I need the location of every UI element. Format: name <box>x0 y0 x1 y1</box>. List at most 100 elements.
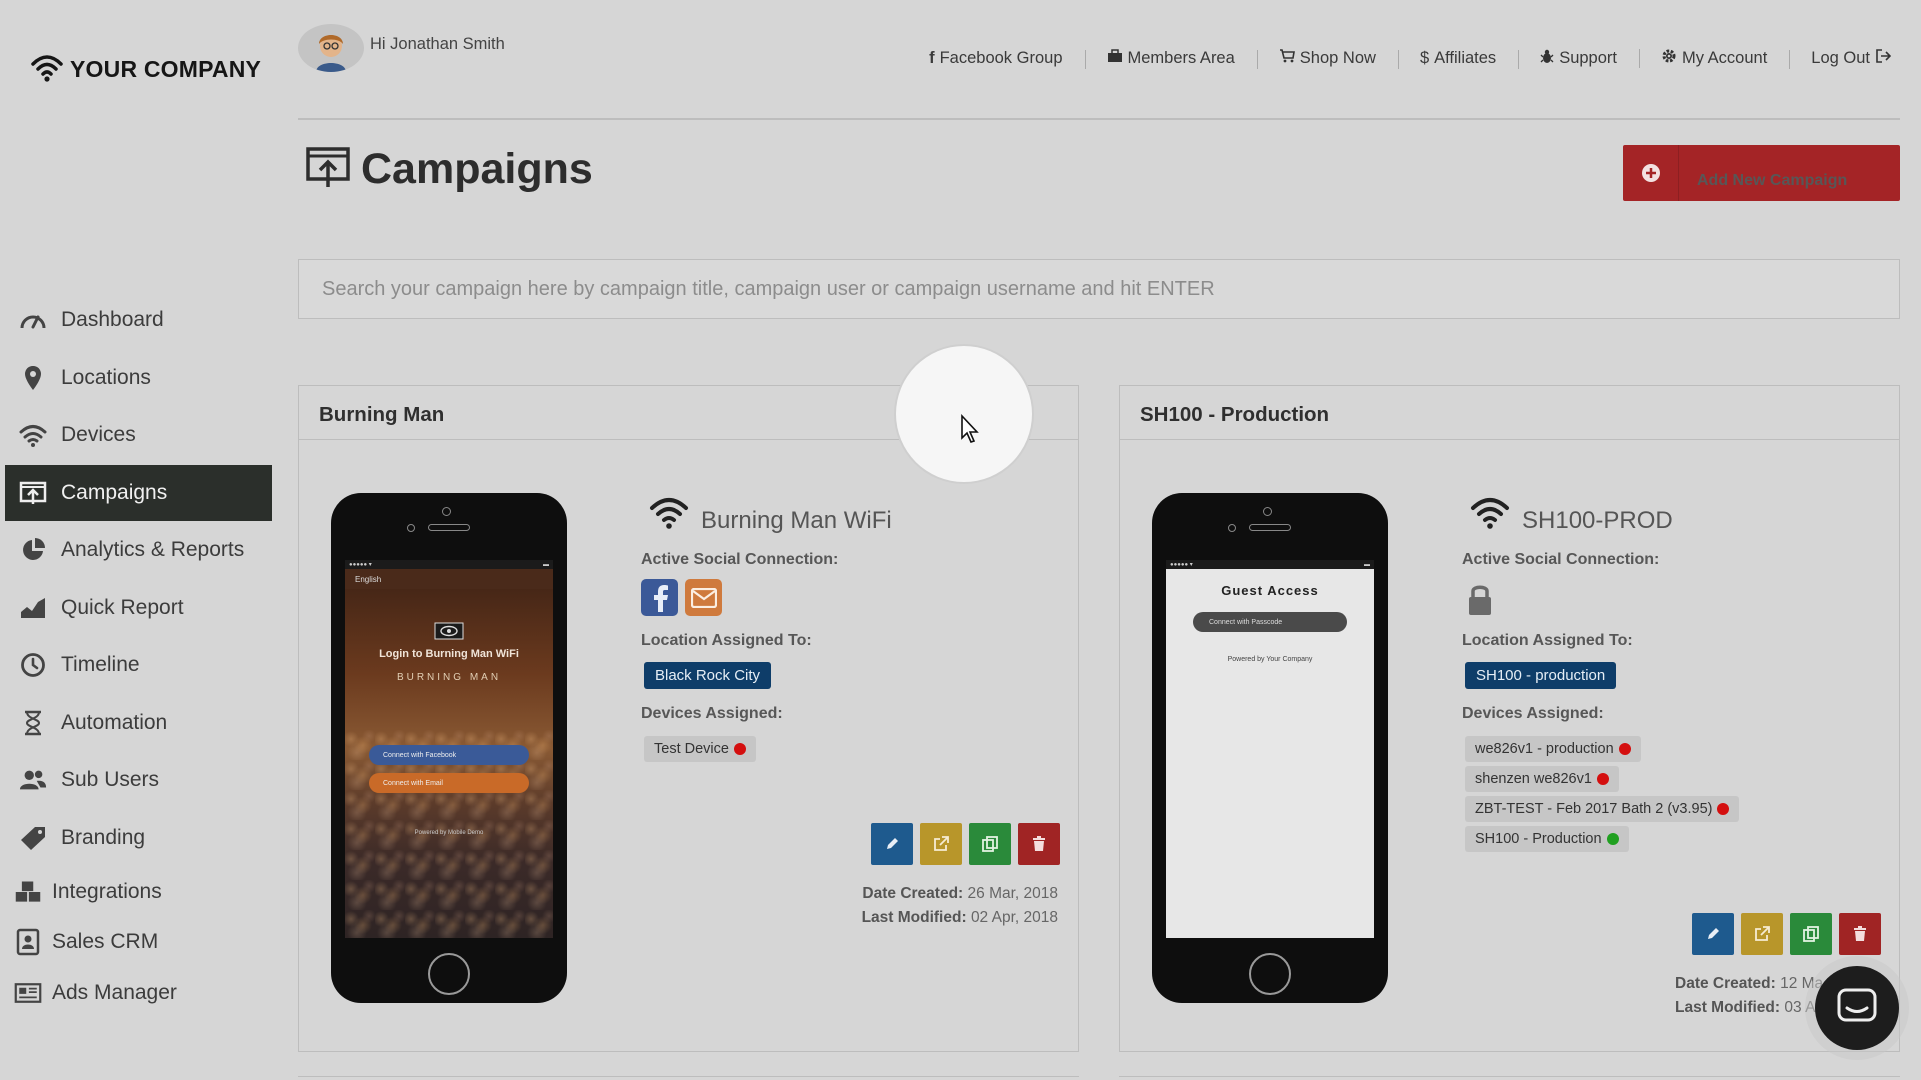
date-created-value: 26 Mar, 2018 <box>967 885 1058 902</box>
edit-button[interactable] <box>871 823 913 865</box>
preview-passcode-button: Connect with Passcode <box>1193 612 1347 632</box>
greeting-text: Hi Jonathan Smith <box>370 34 505 53</box>
users-icon <box>19 766 47 794</box>
avatar[interactable] <box>298 24 364 72</box>
preview-powered-text: Powered by Mobile Demo <box>414 830 484 836</box>
open-button[interactable] <box>920 823 962 865</box>
pencil-icon <box>887 838 898 849</box>
wifi-icon <box>30 52 64 87</box>
sidebar-item-timeline[interactable]: Timeline <box>5 637 272 693</box>
facebook-group-link[interactable]: f Facebook Group <box>907 49 1084 68</box>
phone-speaker <box>428 524 470 531</box>
ssid-name: Burning Man WiFi <box>701 507 892 534</box>
copy-icon <box>1803 926 1819 942</box>
brand-name: YOUR COMPANY <box>70 56 262 82</box>
sidebar-item-campaigns[interactable]: Campaigns <box>5 464 272 521</box>
social-connection-label: Active Social Connection: <box>1462 551 1660 568</box>
sidebar-item-analytics[interactable]: Analytics & Reports <box>5 522 272 578</box>
external-link-icon <box>934 836 949 851</box>
add-new-campaign-button[interactable]: Add New Campaign <box>1623 145 1900 201</box>
status-dot <box>733 743 746 755</box>
duplicate-button[interactable] <box>1790 913 1832 955</box>
link-label: Facebook Group <box>939 49 1063 67</box>
device-badge[interactable]: ZBT-TEST - Feb 2017 Bath 2 (v3.95) <box>1465 796 1740 822</box>
sidebar-item-integrations[interactable]: Integrations <box>5 867 272 916</box>
shop-now-link[interactable]: Shop Now <box>1256 49 1398 69</box>
trash-icon <box>1854 926 1866 941</box>
link-label: Support <box>1559 49 1617 67</box>
splash-preview: ●●●●● ▾ ▬ Guest Access Connect with Passc… <box>1166 560 1374 938</box>
last-modified-value: 02 Apr, 2018 <box>970 909 1058 926</box>
logout-icon <box>1875 49 1892 68</box>
sidebar-item-label: Sub Users <box>61 768 160 791</box>
sidebar-item-label: Campaigns <box>61 480 168 504</box>
sidebar-item-label: Timeline <box>61 653 140 676</box>
sidebar-item-sub-users[interactable]: Sub Users <box>5 752 272 808</box>
wifi-icon <box>1470 495 1510 534</box>
chat-icon <box>1837 988 1877 1029</box>
devices-label: Devices Assigned: <box>641 705 783 722</box>
sidebar-item-ads-manager[interactable]: Ads Manager <box>5 968 272 1017</box>
clock-icon <box>19 651 47 679</box>
page-title: Campaigns <box>305 145 593 194</box>
campaign-info: SH100-PROD Active Social Connection: Loc… <box>1462 493 1882 852</box>
sidebar-item-automation[interactable]: Automation <box>5 695 272 751</box>
devices-list: we826v1 - production shenzen we826v1 ZBT… <box>1462 736 1882 852</box>
location-badge[interactable]: Black Rock City <box>644 662 772 689</box>
device-badge[interactable]: Test Device <box>644 736 756 762</box>
device-name: Test Device <box>654 741 729 757</box>
device-badge[interactable]: shenzen we826v1 <box>1465 766 1619 792</box>
sidebar-item-label: Ads Manager <box>52 980 177 1004</box>
log-out-link[interactable]: Log Out <box>1789 49 1892 69</box>
link-label: My Account <box>1681 49 1768 67</box>
date-created-label: Date Created: <box>862 885 964 902</box>
chat-widget-button[interactable] <box>1815 966 1899 1050</box>
device-name: SH100 - Production <box>1475 831 1602 847</box>
location-label: Location Assigned To: <box>1462 632 1633 649</box>
location-badge[interactable]: SH100 - production <box>1465 662 1617 689</box>
next-campaign-card <box>298 1076 1079 1080</box>
link-label: Members Area <box>1127 49 1235 67</box>
sidebar-item-devices[interactable]: Devices <box>5 407 272 463</box>
sidebar-item-sales-crm[interactable]: Sales CRM <box>5 918 272 967</box>
sidebar-item-locations[interactable]: Locations <box>5 350 272 406</box>
duplicate-button[interactable] <box>969 823 1011 865</box>
briefcase-icon <box>1107 49 1123 68</box>
lock-icon <box>1462 579 1493 616</box>
my-account-link[interactable]: My Account <box>1638 48 1789 69</box>
search-input[interactable] <box>298 259 1900 319</box>
members-area-link[interactable]: Members Area <box>1084 49 1257 69</box>
sidebar-item-branding[interactable]: Branding <box>5 810 272 866</box>
phone-lens <box>407 524 415 532</box>
email-icon <box>685 579 722 616</box>
ssid: SH100-PROD <box>1470 493 1882 535</box>
sidebar-nav: Dashboard Locations Devices Campaigns An… <box>5 292 272 1019</box>
sidebar-item-dashboard[interactable]: Dashboard <box>5 292 272 348</box>
edit-button[interactable] <box>1692 913 1734 955</box>
bug-icon <box>1540 49 1554 69</box>
device-badge[interactable]: we826v1 - production <box>1465 736 1641 762</box>
phone-preview: ●●●●● ▾ ▬ English Login to Burning Man Wi… <box>331 493 567 1003</box>
user-greeting[interactable]: Hi Jonathan Smith <box>298 24 505 72</box>
sidebar-item-label: Integrations <box>52 879 162 903</box>
affiliates-link[interactable]: $ Affiliates <box>1397 49 1518 69</box>
speedometer-icon <box>19 306 47 334</box>
sidebar-item-quick-report[interactable]: Quick Report <box>5 580 272 636</box>
campaign-title: SH100 - Production <box>1120 386 1899 440</box>
external-link-icon <box>1755 926 1770 941</box>
brand-logo[interactable]: YOUR COMPANY <box>30 52 261 87</box>
delete-button[interactable] <box>1018 823 1060 865</box>
device-badge[interactable]: SH100 - Production <box>1465 826 1629 852</box>
preview-facebook-button: Connect with Facebook <box>369 745 529 765</box>
newspaper-icon <box>14 979 42 1007</box>
link-label: Shop Now <box>1299 49 1376 67</box>
support-link[interactable]: Support <box>1518 49 1639 69</box>
card-dates: Date Created: 12 Ma Last Modified: 03 A <box>1675 972 1823 1020</box>
preview-powered-text: Powered by Your Company <box>1227 656 1313 663</box>
phone-home-button <box>428 953 470 995</box>
ssid: Burning Man WiFi <box>649 493 1061 535</box>
splash-preview: ●●●●● ▾ ▬ English Login to Burning Man Wi… <box>345 560 553 938</box>
campaign-info: Burning Man WiFi Active Social Connectio… <box>641 493 1061 762</box>
open-button[interactable] <box>1741 913 1783 955</box>
delete-button[interactable] <box>1839 913 1881 955</box>
